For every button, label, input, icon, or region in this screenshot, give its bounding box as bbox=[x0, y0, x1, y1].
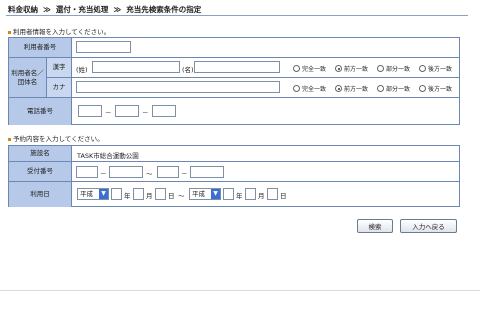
chevron-down-icon: ▼ bbox=[99, 189, 108, 199]
date-to-era-select[interactable]: 平成 ▼ bbox=[189, 188, 221, 200]
kana-match-prefix-radio[interactable] bbox=[335, 85, 342, 92]
search-button[interactable]: 検索 bbox=[357, 219, 393, 233]
bullet-icon bbox=[8, 137, 11, 141]
receipt-from-prefix-input[interactable] bbox=[76, 166, 98, 178]
receipt-from-number-input[interactable] bbox=[109, 166, 143, 178]
breadcrumb-item-current: 充当先検索条件の指定 bbox=[126, 5, 202, 14]
receipt-label: 受付番号 bbox=[9, 162, 72, 181]
kanji-match-suffix-label: 後方一致 bbox=[428, 66, 453, 73]
kanji-match-prefix-radio[interactable] bbox=[335, 65, 342, 72]
kana-match-prefix-label: 前方一致 bbox=[344, 86, 369, 93]
date-from-month-input[interactable] bbox=[133, 188, 144, 200]
kanji-match-partial-label: 部分一致 bbox=[386, 66, 411, 73]
receipt-row: 受付番号 － ～ － bbox=[9, 162, 459, 182]
receipt-to-prefix-input[interactable] bbox=[157, 166, 179, 178]
chevron-down-icon: ▼ bbox=[211, 189, 220, 199]
sei-label: (姓) bbox=[76, 66, 88, 74]
day-unit: 日 bbox=[168, 192, 175, 200]
kana-row: カナ 完全一致 前方一致 部分一致 後方一致 bbox=[47, 78, 459, 98]
reservation-note-text: 予約内容を入力してください。 bbox=[13, 135, 104, 143]
date-to-day-input[interactable] bbox=[267, 188, 278, 200]
user-number-label: 利用者番号 bbox=[9, 38, 72, 57]
year-unit: 年 bbox=[124, 192, 131, 200]
receipt-separator: － bbox=[181, 170, 188, 178]
kanji-match-partial-radio[interactable] bbox=[377, 65, 384, 72]
date-to-year-input[interactable] bbox=[223, 188, 234, 200]
kanji-row: 漢字 (姓) (名) 完全一致 前方一致 部分一致 後方一致 bbox=[47, 58, 459, 78]
phone-row: 電話番号 － － bbox=[9, 98, 459, 125]
day-unit: 日 bbox=[280, 192, 287, 200]
breadcrumb-item-payment[interactable]: 料金収納 bbox=[8, 5, 38, 14]
phone-separator: － bbox=[142, 109, 149, 117]
receipt-to-number-input[interactable] bbox=[190, 166, 224, 178]
reservation-table: 施設名 TASK市総合運動公園 受付番号 － ～ － 利用日 平成 ▼ 年 月 … bbox=[8, 145, 460, 207]
phone-exchange-input[interactable] bbox=[115, 105, 139, 117]
mei-label: (名) bbox=[182, 66, 194, 74]
date-label: 利用日 bbox=[9, 182, 72, 207]
header-divider bbox=[6, 15, 468, 16]
kanji-match-exact-label: 完全一致 bbox=[302, 66, 327, 73]
phone-area-input[interactable] bbox=[78, 105, 102, 117]
date-to-era-value: 平成 bbox=[192, 190, 205, 198]
facility-label: 施設名 bbox=[9, 146, 72, 161]
range-separator: ～ bbox=[146, 170, 153, 178]
kana-input[interactable] bbox=[76, 81, 280, 93]
date-from-era-value: 平成 bbox=[80, 190, 93, 198]
kanji-sei-input[interactable] bbox=[92, 61, 180, 73]
user-info-note-text: 利用者情報を入力してください。 bbox=[13, 28, 111, 36]
kanji-match-suffix-radio[interactable] bbox=[419, 65, 426, 72]
month-unit: 月 bbox=[258, 192, 265, 200]
user-number-row: 利用者番号 bbox=[9, 38, 459, 58]
user-info-table: 利用者番号 利用者名／団体名 漢字 (姓) (名) 完全一致 前方一致 部分一致… bbox=[8, 37, 460, 125]
kana-match-exact-radio[interactable] bbox=[293, 85, 300, 92]
breadcrumb-item-refund[interactable]: 還付・充当処理 bbox=[56, 5, 109, 14]
date-to-month-input[interactable] bbox=[245, 188, 256, 200]
kanji-match-prefix-label: 前方一致 bbox=[344, 66, 369, 73]
month-unit: 月 bbox=[146, 192, 153, 200]
date-range-separator: ～ bbox=[178, 192, 185, 200]
breadcrumb-separator: ≫ bbox=[113, 5, 122, 14]
footer-rule bbox=[0, 290, 480, 291]
date-from-day-input[interactable] bbox=[155, 188, 166, 200]
back-to-input-button[interactable]: 入力へ戻る bbox=[400, 219, 457, 233]
user-number-input[interactable] bbox=[76, 41, 131, 53]
kana-match-partial-label: 部分一致 bbox=[386, 86, 411, 93]
receipt-separator: － bbox=[100, 170, 107, 178]
facility-row: 施設名 TASK市総合運動公園 bbox=[9, 146, 459, 162]
kanji-match-exact-radio[interactable] bbox=[293, 65, 300, 72]
user-name-group-label: 利用者名／団体名 bbox=[9, 58, 47, 98]
user-info-note: 利用者情報を入力してください。 bbox=[8, 26, 110, 36]
date-row: 利用日 平成 ▼ 年 月 日 ～ 平成 ▼ 年 月 日 bbox=[9, 182, 459, 207]
phone-separator: － bbox=[105, 109, 112, 117]
kanji-label: 漢字 bbox=[47, 58, 72, 77]
reservation-note: 予約内容を入力してください。 bbox=[8, 133, 104, 143]
kana-match-suffix-radio[interactable] bbox=[419, 85, 426, 92]
bullet-icon bbox=[8, 30, 11, 34]
date-from-era-select[interactable]: 平成 ▼ bbox=[77, 188, 109, 200]
phone-number-input[interactable] bbox=[152, 105, 176, 117]
kana-match-partial-radio[interactable] bbox=[377, 85, 384, 92]
facility-value: TASK市総合運動公園 bbox=[77, 152, 139, 160]
kana-label: カナ bbox=[47, 78, 72, 97]
breadcrumb-separator: ≫ bbox=[43, 5, 51, 14]
phone-label: 電話番号 bbox=[9, 98, 72, 125]
date-from-year-input[interactable] bbox=[111, 188, 122, 200]
breadcrumb: 料金収納 ≫ 還付・充当処理 ≫ 充当先検索条件の指定 bbox=[8, 4, 201, 15]
year-unit: 年 bbox=[236, 192, 243, 200]
kana-match-exact-label: 完全一致 bbox=[302, 86, 327, 93]
kanji-mei-input[interactable] bbox=[194, 61, 280, 73]
kana-match-suffix-label: 後方一致 bbox=[428, 86, 453, 93]
